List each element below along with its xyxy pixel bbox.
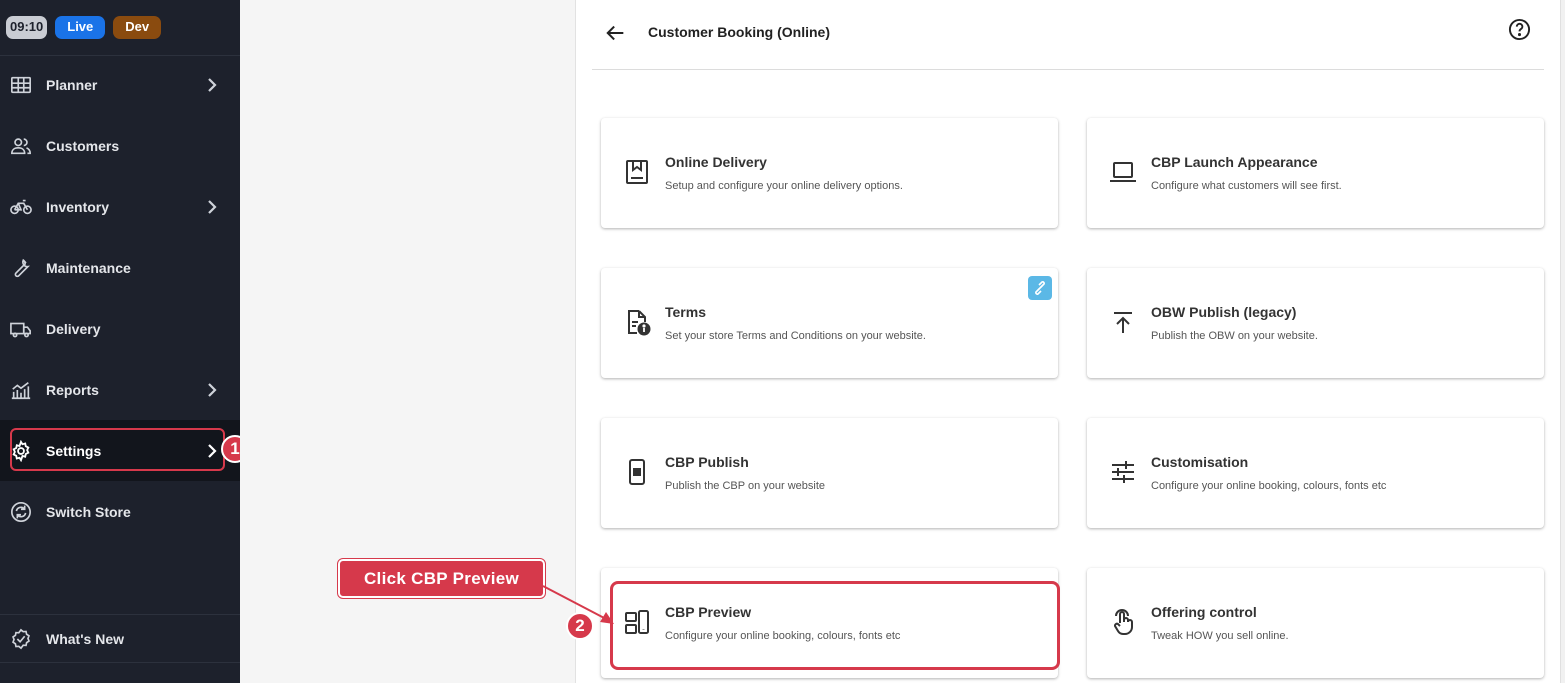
- cbp-preview-highlight-box: [610, 581, 1060, 670]
- card-title: OBW Publish (legacy): [1151, 304, 1297, 320]
- sidebar-item-inventory[interactable]: Inventory: [0, 176, 240, 237]
- card-description: Publish the CBP on your website: [665, 480, 825, 492]
- badge-check-icon: [12, 628, 30, 649]
- link-tag[interactable]: [1028, 276, 1052, 300]
- tap-icon: [1114, 609, 1133, 635]
- env-dev-badge[interactable]: Dev: [113, 16, 162, 39]
- mobile-icon: [629, 459, 645, 485]
- chart-icon: [11, 381, 31, 399]
- card-description: Setup and configure your online delivery…: [665, 180, 903, 192]
- sidebar-item-customers[interactable]: Customers: [0, 115, 240, 176]
- sidebar-item-whats-new[interactable]: What's New: [0, 608, 240, 669]
- card-description: Set your store Terms and Conditions on y…: [665, 330, 926, 342]
- sliders-icon: [1112, 461, 1134, 483]
- package-icon: [626, 160, 648, 184]
- card-online-delivery[interactable]: Online Delivery Setup and configure your…: [601, 118, 1058, 228]
- card-title: Offering control: [1151, 604, 1257, 620]
- card-customisation[interactable]: Customisation Configure your online book…: [1087, 418, 1544, 528]
- truck-icon: [10, 322, 31, 337]
- laptop-icon: [1110, 162, 1136, 182]
- card-description: Configure your online booking, colours, …: [1151, 480, 1387, 492]
- clock-badge: 09:10: [6, 16, 48, 39]
- chevron-right-icon: [208, 199, 217, 214]
- chevron-right-icon: [208, 382, 217, 397]
- chevron-right-icon: [208, 77, 217, 92]
- sidebar-item-label: Maintenance: [46, 259, 131, 276]
- sidebar-item-label: Planner: [46, 76, 98, 93]
- sidebar: 09:10 Live Dev Planner Customers Invento…: [0, 0, 240, 683]
- sidebar-item-switch-store[interactable]: Switch Store: [0, 481, 240, 542]
- card-description: Tweak HOW you sell online.: [1151, 630, 1289, 642]
- card-obw-publish-legacy[interactable]: OBW Publish (legacy) Publish the OBW on …: [1087, 268, 1544, 378]
- sidebar-item-planner[interactable]: Planner: [0, 54, 240, 115]
- settings-highlight-box: [10, 428, 225, 471]
- people-icon: [11, 137, 31, 154]
- sidebar-item-label: What's New: [46, 630, 125, 647]
- card-title: Terms: [665, 304, 706, 320]
- card-title: Customisation: [1151, 454, 1249, 470]
- bike-icon: [10, 199, 32, 214]
- sidebar-item-reports[interactable]: Reports: [0, 359, 240, 420]
- step-2-marker: 2: [566, 612, 594, 640]
- card-title: CBP Launch Appearance: [1151, 154, 1318, 170]
- arrow-left-icon[interactable]: [605, 22, 627, 44]
- card-title: CBP Publish: [665, 454, 749, 470]
- grid-icon: [11, 76, 31, 93]
- card-description: Publish the OBW on your website.: [1151, 330, 1318, 342]
- sidebar-divider: [0, 662, 240, 663]
- sidebar-item-label: Switch Store: [46, 503, 131, 520]
- card-terms[interactable]: Terms Set your store Terms and Condition…: [601, 268, 1058, 378]
- card-cbp-launch-appearance[interactable]: CBP Launch Appearance Configure what cus…: [1087, 118, 1544, 228]
- sidebar-item-label: Delivery: [46, 320, 101, 337]
- sidebar-item-label: Customers: [46, 137, 120, 154]
- card-offering-control[interactable]: Offering control Tweak HOW you sell onli…: [1087, 568, 1544, 678]
- env-live-badge[interactable]: Live: [55, 16, 106, 39]
- scrollbar-track[interactable]: [1560, 0, 1565, 683]
- help-icon[interactable]: [1508, 18, 1531, 41]
- sidebar-item-label: Reports: [46, 381, 99, 398]
- card-cbp-publish[interactable]: CBP Publish Publish the CBP on your webs…: [601, 418, 1058, 528]
- document-info-icon: [628, 310, 651, 336]
- sync-icon: [11, 501, 31, 522]
- link-icon: [1035, 281, 1045, 295]
- sidebar-item-delivery[interactable]: Delivery: [0, 298, 240, 359]
- callout-label: Click CBP Preview: [337, 558, 546, 599]
- sidebar-item-maintenance[interactable]: Maintenance: [0, 237, 240, 298]
- sidebar-topbar: 09:10 Live Dev: [0, 0, 240, 56]
- card-title: Online Delivery: [665, 154, 767, 170]
- upload-icon: [1114, 312, 1132, 333]
- card-description: Configure what customers will see first.: [1151, 180, 1342, 192]
- sidebar-item-label: Inventory: [46, 198, 110, 215]
- wrench-icon: [14, 258, 31, 277]
- page-title: Customer Booking (Online): [648, 24, 830, 40]
